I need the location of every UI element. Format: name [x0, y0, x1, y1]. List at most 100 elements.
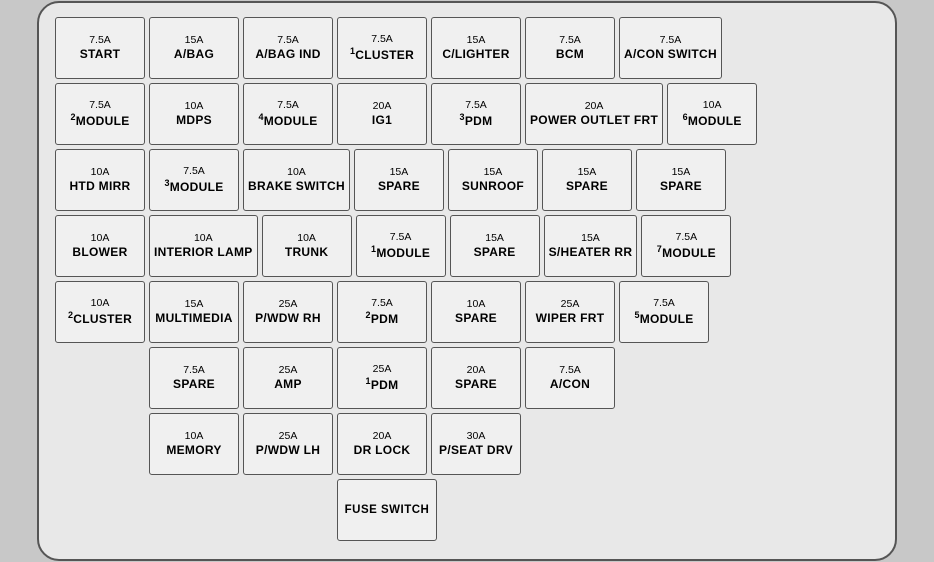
fuse-amps: 7.5A [89, 99, 111, 113]
fuse-cell-5-3: 20ASPARE [431, 347, 521, 409]
fuse-amps: 10A [287, 166, 306, 180]
fuse-label: SPARE [566, 179, 608, 194]
fuse-label: 7MODULE [657, 244, 716, 261]
fuse-amps: 10A [467, 298, 486, 312]
fuse-amps: 10A [185, 430, 204, 444]
fuse-cell-2-0: 10AHTD MIRR [55, 149, 145, 211]
fuse-amps: 10A [194, 232, 213, 246]
fuse-row-2: 10AHTD MIRR7.5A3MODULE10ABRAKE SWITCH15A… [55, 149, 879, 211]
fuse-label: 2PDM [366, 310, 399, 327]
fuse-amps: 25A [279, 430, 298, 444]
fuse-cell-0-1: 15AA/BAG [149, 17, 239, 79]
fuse-amps: 20A [467, 364, 486, 378]
fuse-label: A/BAG [174, 47, 214, 62]
fuse-label: DR LOCK [354, 443, 411, 458]
fuse-panel: 7.5ASTART15AA/BAG7.5AA/BAG IND7.5A1CLUST… [37, 1, 897, 561]
fuse-label: SPARE [474, 245, 516, 260]
fuse-label: MDPS [176, 113, 212, 128]
fuse-amps: 15A [484, 166, 503, 180]
fuse-label: START [80, 47, 121, 62]
fuse-cell-2-3: 15ASPARE [354, 149, 444, 211]
fuse-cell-5-4: 7.5AA/CON [525, 347, 615, 409]
fuse-label: A/BAG IND [255, 47, 320, 62]
fuse-cell-3-5: 15AS/HEATER RR [544, 215, 638, 277]
fuse-label: WIPER FRT [536, 311, 605, 326]
fuse-amps: 25A [279, 298, 298, 312]
fuse-amps: 15A [672, 166, 691, 180]
fuse-amps: 7.5A [183, 165, 205, 179]
fuse-cell-0-5: 7.5ABCM [525, 17, 615, 79]
fuse-cell-4-5: 25AWIPER FRT [525, 281, 615, 343]
fuse-amps: 7.5A [277, 99, 299, 113]
fuse-cell-3-3: 7.5A1MODULE [356, 215, 446, 277]
fuse-label: 3PDM [460, 112, 493, 129]
fuse-row-4: 10A2CLUSTER15AMULTIMEDIA25AP/WDW RH7.5A2… [55, 281, 879, 343]
fuse-label: 1CLUSTER [350, 46, 414, 63]
fuse-label: SPARE [455, 377, 497, 392]
fuse-cell-5-2: 25A1PDM [337, 347, 427, 409]
fuse-label: C/LIGHTER [442, 47, 509, 62]
fuse-cell-1-6: 10A6MODULE [667, 83, 757, 145]
fuse-label: BRAKE SWITCH [248, 179, 345, 194]
fuse-label: 1MODULE [371, 244, 430, 261]
fuse-label: 3MODULE [164, 178, 223, 195]
fuse-cell-4-1: 15AMULTIMEDIA [149, 281, 239, 343]
fuse-cell-6-3: 30AP/SEAT DRV [431, 413, 521, 475]
fuse-cell-1-0: 7.5A2MODULE [55, 83, 145, 145]
fuse-label: 2CLUSTER [68, 310, 132, 327]
fuse-cell-2-2: 10ABRAKE SWITCH [243, 149, 350, 211]
fuse-row-3: 10ABLOWER10AINTERIOR LAMP10ATRUNK7.5A1MO… [55, 215, 879, 277]
fuse-label: SPARE [455, 311, 497, 326]
fuse-label: 5MODULE [634, 310, 693, 327]
fuse-cell-0-3: 7.5A1CLUSTER [337, 17, 427, 79]
fuse-row-0: 7.5ASTART15AA/BAG7.5AA/BAG IND7.5A1CLUST… [55, 17, 879, 79]
fuse-amps: 10A [703, 99, 722, 113]
fuse-amps: 20A [373, 430, 392, 444]
fuse-label: A/CON SWITCH [624, 47, 717, 62]
fuse-cell-3-4: 15ASPARE [450, 215, 540, 277]
fuse-cell-2-4: 15ASUNROOF [448, 149, 538, 211]
fuse-switch-row: FUSE SWITCH [337, 479, 879, 541]
fuse-cell-1-2: 7.5A4MODULE [243, 83, 333, 145]
fuse-cell-0-4: 15AC/LIGHTER [431, 17, 521, 79]
fuse-cell-6-2: 20ADR LOCK [337, 413, 427, 475]
fuse-cell-4-2: 25AP/WDW RH [243, 281, 333, 343]
fuse-amps: 7.5A [390, 231, 412, 245]
fuse-cell-0-6: 7.5AA/CON SWITCH [619, 17, 722, 79]
fuse-cell-2-1: 7.5A3MODULE [149, 149, 239, 211]
fuse-cell-6-0: 10AMEMORY [149, 413, 239, 475]
fuse-amps: 7.5A [465, 99, 487, 113]
fuse-amps: 30A [467, 430, 486, 444]
fuse-label: 2MODULE [70, 112, 129, 129]
fuse-cell-3-0: 10ABLOWER [55, 215, 145, 277]
fuse-amps: 7.5A [371, 33, 393, 47]
fuse-amps: 25A [561, 298, 580, 312]
fuse-label: HTD MIRR [69, 179, 130, 194]
fuse-cell-6-1: 25AP/WDW LH [243, 413, 333, 475]
fuse-label: SPARE [660, 179, 702, 194]
fuse-amps: 20A [585, 100, 604, 114]
fuse-switch-cell[interactable]: FUSE SWITCH [337, 479, 437, 541]
fuse-amps: 15A [581, 232, 600, 246]
fuse-cell-1-5: 20APOWER OUTLET FRT [525, 83, 663, 145]
fuse-label: 6MODULE [683, 112, 742, 129]
fuse-label: TRUNK [285, 245, 329, 260]
fuse-amps: 7.5A [653, 297, 675, 311]
fuse-amps: 15A [390, 166, 409, 180]
fuse-label: POWER OUTLET FRT [530, 113, 658, 128]
fuse-cell-3-1: 10AINTERIOR LAMP [149, 215, 258, 277]
fuse-cell-0-0: 7.5ASTART [55, 17, 145, 79]
fuse-cell-1-3: 20AIG1 [337, 83, 427, 145]
fuse-label: MEMORY [166, 443, 221, 458]
fuse-amps: 7.5A [89, 34, 111, 48]
fuse-label: 4MODULE [258, 112, 317, 129]
fuse-amps: 10A [185, 100, 204, 114]
fuse-cell-2-5: 15ASPARE [542, 149, 632, 211]
fuse-label: P/WDW LH [256, 443, 320, 458]
fuse-label: AMP [274, 377, 302, 392]
fuse-cell-4-6: 7.5A5MODULE [619, 281, 709, 343]
fuse-amps: 10A [297, 232, 316, 246]
fuse-cell-4-0: 10A2CLUSTER [55, 281, 145, 343]
fuse-amps: 15A [485, 232, 504, 246]
fuse-amps: 10A [91, 297, 110, 311]
